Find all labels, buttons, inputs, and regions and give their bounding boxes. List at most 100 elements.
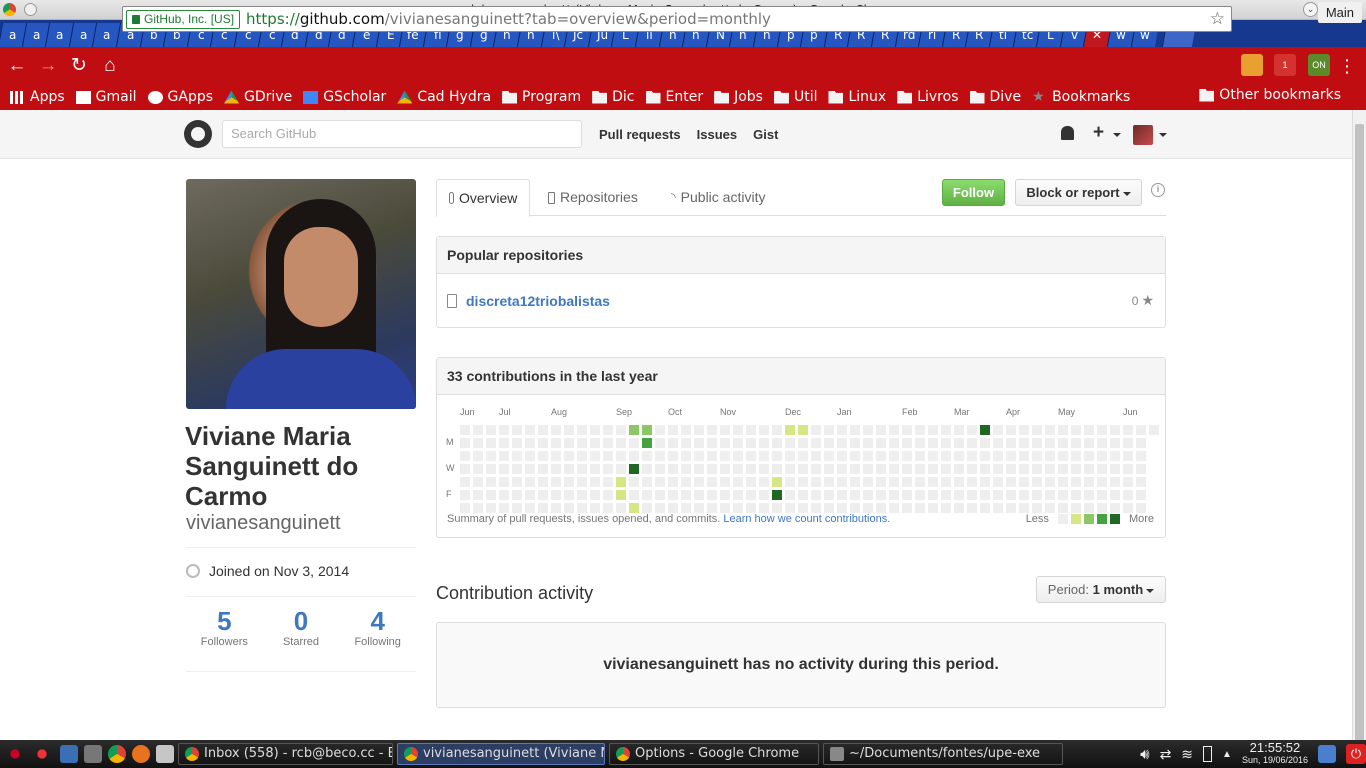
contribution-day-cell[interactable] (616, 425, 626, 435)
contribution-day-cell[interactable] (824, 477, 834, 487)
contribution-day-cell[interactable] (681, 425, 691, 435)
contribution-day-cell[interactable] (1110, 451, 1120, 461)
contribution-day-cell[interactable] (629, 490, 639, 500)
contribution-day-cell[interactable] (1032, 490, 1042, 500)
contribution-day-cell[interactable] (1019, 464, 1029, 474)
bookmark-item[interactable]: Enter (645, 89, 703, 105)
contribution-day-cell[interactable] (824, 503, 834, 513)
contribution-day-cell[interactable] (733, 425, 743, 435)
contribution-day-cell[interactable] (512, 464, 522, 474)
volume-icon[interactable]: 🔊︎ (1140, 746, 1149, 763)
contribution-day-cell[interactable] (733, 451, 743, 461)
contribution-day-cell[interactable] (551, 477, 561, 487)
contribution-day-cell[interactable] (772, 451, 782, 461)
contribution-day-cell[interactable] (850, 503, 860, 513)
contribution-day-cell[interactable] (1045, 425, 1055, 435)
contribution-day-cell[interactable] (551, 425, 561, 435)
contribution-day-cell[interactable] (889, 477, 899, 487)
repo-stars[interactable]: 0 ★ (1132, 292, 1154, 309)
contribution-day-cell[interactable] (1006, 451, 1016, 461)
contribution-day-cell[interactable] (1110, 490, 1120, 500)
contribution-day-cell[interactable] (863, 477, 873, 487)
contribution-day-cell[interactable] (603, 425, 613, 435)
contribution-day-cell[interactable] (486, 503, 496, 513)
contribution-day-cell[interactable] (1071, 490, 1081, 500)
contribution-day-cell[interactable] (525, 490, 535, 500)
contribution-day-cell[interactable] (1110, 464, 1120, 474)
contribution-day-cell[interactable] (902, 464, 912, 474)
contribution-day-cell[interactable] (733, 503, 743, 513)
contribution-day-cell[interactable] (538, 503, 548, 513)
contribution-day-cell[interactable] (785, 490, 795, 500)
contribution-day-cell[interactable] (863, 438, 873, 448)
following-stat[interactable]: 4 Following (339, 606, 416, 648)
contribution-day-cell[interactable] (993, 503, 1003, 513)
contribution-day-cell[interactable] (486, 490, 496, 500)
contribution-day-cell[interactable] (1071, 425, 1081, 435)
contribution-day-cell[interactable] (668, 451, 678, 461)
contribution-day-cell[interactable] (1019, 438, 1029, 448)
contribution-day-cell[interactable] (577, 464, 587, 474)
contribution-day-cell[interactable] (863, 503, 873, 513)
contribution-day-cell[interactable] (642, 438, 652, 448)
contribution-day-cell[interactable] (1058, 451, 1068, 461)
contribution-day-cell[interactable] (1071, 464, 1081, 474)
contribution-day-cell[interactable] (1058, 477, 1068, 487)
contribution-day-cell[interactable] (746, 438, 756, 448)
contribution-day-cell[interactable] (980, 477, 990, 487)
contribution-day-cell[interactable] (746, 451, 756, 461)
contribution-day-cell[interactable] (1136, 425, 1146, 435)
bookmark-item[interactable]: Livros (897, 89, 959, 105)
contribution-day-cell[interactable] (915, 438, 925, 448)
contribution-day-cell[interactable] (902, 490, 912, 500)
contribution-day-cell[interactable] (473, 503, 483, 513)
contribution-day-cell[interactable] (915, 477, 925, 487)
contribution-day-cell[interactable] (564, 464, 574, 474)
contribution-day-cell[interactable] (707, 490, 717, 500)
github-logo-icon[interactable] (184, 120, 212, 148)
contribution-day-cell[interactable] (499, 425, 509, 435)
contribution-day-cell[interactable] (941, 451, 951, 461)
contribution-day-cell[interactable] (811, 490, 821, 500)
taskbar-window-button[interactable]: Options - Google Chrome (609, 743, 819, 765)
contribution-day-cell[interactable] (460, 477, 470, 487)
contribution-day-cell[interactable] (668, 477, 678, 487)
contribution-day-cell[interactable] (512, 425, 522, 435)
contribution-day-cell[interactable] (525, 464, 535, 474)
contribution-day-cell[interactable] (941, 490, 951, 500)
bookmark-item[interactable]: GDrive (224, 89, 292, 105)
contribution-day-cell[interactable] (590, 425, 600, 435)
contribution-day-cell[interactable] (629, 425, 639, 435)
contribution-day-cell[interactable] (1123, 464, 1133, 474)
contribution-day-cell[interactable] (564, 425, 574, 435)
bookmark-item[interactable]: Dic (592, 89, 635, 105)
contribution-day-cell[interactable] (655, 425, 665, 435)
tab-overview[interactable]: Overview (436, 179, 531, 217)
contribution-day-cell[interactable] (824, 464, 834, 474)
contribution-day-cell[interactable] (798, 490, 808, 500)
contribution-day-cell[interactable] (707, 425, 717, 435)
contribution-day-cell[interactable] (889, 438, 899, 448)
contribution-day-cell[interactable] (577, 477, 587, 487)
contribution-day-cell[interactable] (668, 503, 678, 513)
contribution-day-cell[interactable] (1032, 438, 1042, 448)
contribution-day-cell[interactable] (850, 490, 860, 500)
contribution-day-cell[interactable] (1110, 425, 1120, 435)
bookmark-item[interactable]: Gmail (75, 89, 137, 105)
tab-repositories[interactable]: Repositories (548, 179, 638, 216)
workspace-dots-icon[interactable] (30, 745, 54, 763)
contribution-day-cell[interactable] (590, 477, 600, 487)
contribution-day-cell[interactable] (486, 451, 496, 461)
contribution-day-cell[interactable] (499, 451, 509, 461)
repo-link[interactable]: discreta12triobalistas (466, 293, 610, 309)
followers-stat[interactable]: 5 Followers (186, 606, 263, 648)
contribution-day-cell[interactable] (980, 425, 990, 435)
contribution-day-cell[interactable] (1006, 425, 1016, 435)
contribution-day-cell[interactable] (1019, 451, 1029, 461)
contribution-day-cell[interactable] (655, 503, 665, 513)
contribution-day-cell[interactable] (772, 503, 782, 513)
contribution-day-cell[interactable] (538, 464, 548, 474)
contribution-day-cell[interactable] (590, 464, 600, 474)
contribution-day-cell[interactable] (525, 425, 535, 435)
extension-badge-icon[interactable]: 1 (1274, 54, 1296, 76)
